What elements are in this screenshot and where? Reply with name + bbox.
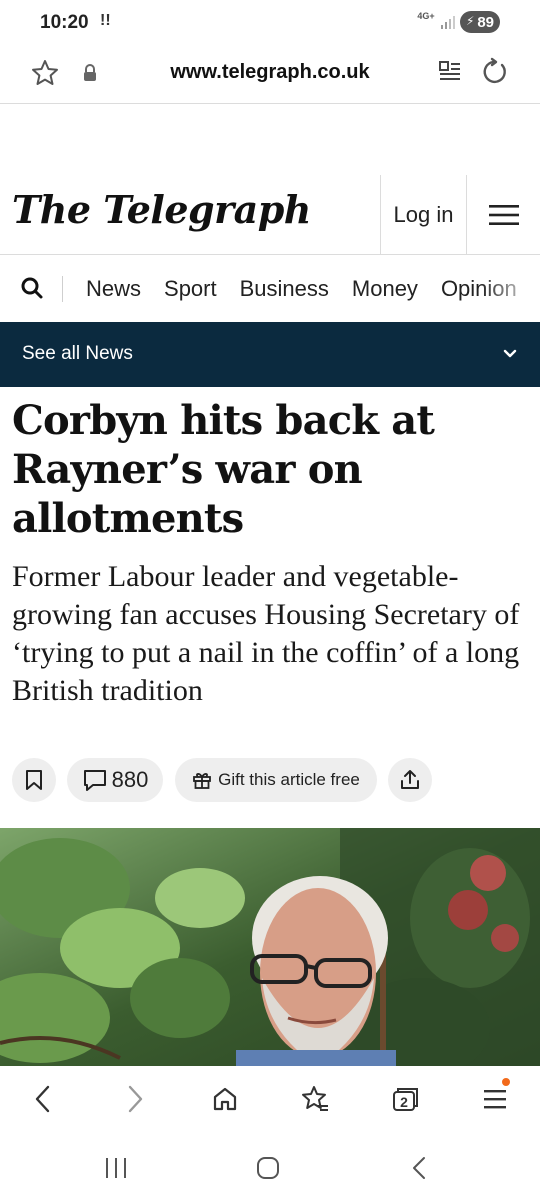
- signal-icon: [440, 14, 456, 30]
- battery-level: 89: [477, 13, 494, 31]
- nav-item-sport[interactable]: Sport: [164, 276, 217, 302]
- article-headline: Corbyn hits back at Rayner’s war on allo…: [12, 397, 435, 542]
- battery-icon: ⚡ 89: [460, 11, 500, 33]
- article-standfirst: Former Labour leader and vegetable-growi…: [12, 560, 520, 707]
- back-arrow-icon[interactable]: [26, 1082, 60, 1116]
- system-nav-bar: [0, 1132, 540, 1200]
- chevron-down-icon: [500, 346, 520, 362]
- nav-item-news[interactable]: News: [86, 276, 141, 302]
- tab-count: 2: [400, 1094, 408, 1110]
- masthead-logo[interactable]: The Telegraph: [12, 187, 311, 232]
- bookmark-icon: [26, 770, 42, 790]
- nav-separator: [62, 276, 63, 302]
- comment-count: 880: [111, 767, 149, 792]
- refresh-icon[interactable]: [480, 57, 510, 87]
- gift-icon: [193, 773, 212, 789]
- see-all-news-label: See all News: [22, 343, 133, 364]
- system-back-icon[interactable]: [406, 1154, 434, 1182]
- tabs-icon[interactable]: 2: [388, 1082, 422, 1116]
- gift-article-button[interactable]: Gift this article free: [175, 758, 377, 802]
- bookmarks-star-icon[interactable]: [298, 1082, 332, 1116]
- nav-item-business[interactable]: Business: [240, 276, 329, 302]
- status-time: 10:20: [40, 12, 89, 33]
- gift-label: Gift this article free: [218, 770, 360, 789]
- login-button[interactable]: Log in: [381, 175, 466, 255]
- comment-icon: [83, 770, 106, 791]
- notification-icon: !!: [100, 12, 111, 29]
- address-bar: www.telegraph.co.uk: [0, 44, 540, 104]
- section-nav: News Sport Business Money Opinion: [0, 256, 540, 322]
- browser-menu-icon[interactable]: [478, 1078, 512, 1116]
- nav-items: News Sport Business Money Opinion: [86, 276, 517, 302]
- browser-toolbar: 2: [0, 1066, 540, 1132]
- forward-arrow-icon[interactable]: [118, 1082, 152, 1116]
- search-icon[interactable]: [20, 276, 44, 300]
- notification-dot: [502, 1078, 510, 1086]
- nav-fade: [480, 256, 540, 322]
- hamburger-menu-icon[interactable]: [467, 175, 540, 255]
- recents-icon[interactable]: [102, 1154, 130, 1182]
- home-icon[interactable]: [208, 1082, 242, 1116]
- status-bar: 10:20 !! 4G+ ⚡ 89: [0, 0, 540, 44]
- site-header: The Telegraph Log in: [0, 175, 540, 255]
- see-all-news-bar[interactable]: See all News: [0, 322, 540, 387]
- charging-bolt-icon: ⚡: [466, 14, 475, 28]
- comments-button[interactable]: 880: [67, 758, 163, 802]
- share-button[interactable]: [388, 758, 432, 802]
- bookmark-button[interactable]: [12, 758, 56, 802]
- article-hero-image[interactable]: [0, 828, 540, 1066]
- nav-item-money[interactable]: Money: [352, 276, 418, 302]
- system-home-icon[interactable]: [254, 1154, 282, 1182]
- network-type-label: 4G+: [417, 11, 435, 21]
- reader-mode-icon[interactable]: [436, 58, 464, 86]
- share-icon: [401, 770, 419, 789]
